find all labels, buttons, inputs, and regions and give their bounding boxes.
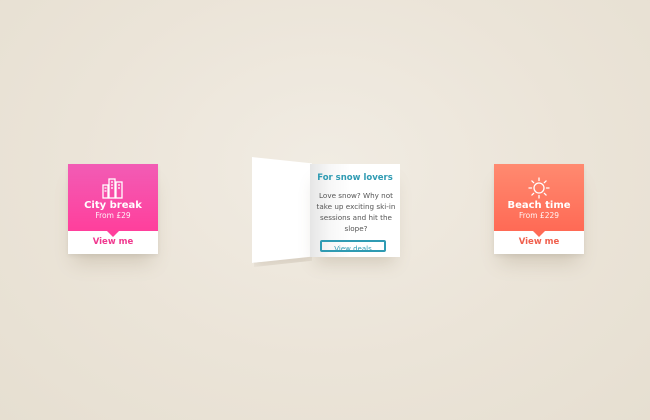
snow-lovers-description: Love snow? Why not take up exciting ski-… [316,191,396,233]
card-cover-flap [252,157,312,263]
city-break-card[interactable]: City break From £29 View me [68,164,158,254]
city-break-header: City break From £29 [68,164,158,237]
beach-time-view-button[interactable]: View me [494,231,584,254]
beach-time-price: From £229 [518,211,560,220]
snow-lovers-inner-page: For snow lovers Love snow? Why not take … [310,164,400,257]
city-break-view-button[interactable]: View me [68,231,158,254]
city-break-price: From £29 [95,211,131,220]
sun-icon [528,177,550,199]
beach-time-card[interactable]: Beach time From £229 View me [494,164,584,254]
beach-time-header: Beach time From £229 [494,164,584,237]
snow-lovers-view-deals-button[interactable]: View deals [320,240,386,252]
snow-lovers-card[interactable]: For snow lovers Love snow? Why not take … [252,157,400,267]
snow-lovers-title: For snow lovers [317,173,393,183]
city-buildings-icon [102,178,123,199]
